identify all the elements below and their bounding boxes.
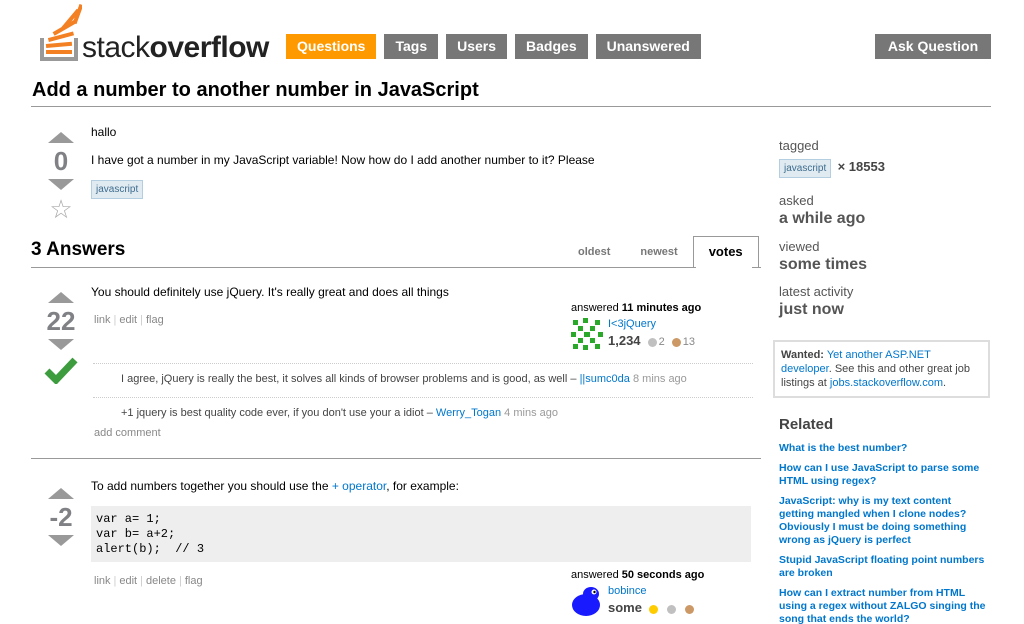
answer2-username[interactable]: bobince [608,585,647,597]
downvote-arrow-icon[interactable] [48,179,74,190]
sidebar-tag-row: javascript × 18553 [779,159,885,178]
downvote-arrow-icon[interactable] [48,535,74,546]
question-title[interactable]: Add a number to another number in JavaSc… [32,79,479,102]
favorite-star-icon[interactable]: ☆ [44,195,78,223]
stackoverflow-logo[interactable]: stackoverflow [38,4,278,64]
question-tags: javascript [91,180,144,199]
answer1-vote-count: 22 [46,306,76,336]
related-question-link[interactable]: JavaScript: why is my text content getti… [779,495,989,547]
answer1-vote-column: 22 [44,292,78,387]
answers-divider-left [31,267,696,268]
stack-logo-icon [40,4,82,61]
comment-user[interactable]: Werry_Togan [436,407,501,419]
accepted-checkmark-icon [44,357,78,386]
answer-divider [31,458,761,459]
tab-votes[interactable]: votes [692,236,759,268]
main-nav: Questions Tags Users Badges Unanswered [286,34,701,59]
answer2-body: To add numbers together you should use t… [91,479,459,493]
answer-sort-tabs: oldest newest votes [563,236,759,268]
answer2-delete[interactable]: delete [146,575,176,587]
tag-javascript[interactable]: javascript [91,180,144,199]
silver-badge-icon [667,604,677,614]
sidebar-activity-label: latest activity [779,284,854,299]
tab-oldest[interactable]: oldest [563,236,625,268]
sidebar-viewed-label: viewed [779,239,820,254]
question-vote-count: 0 [53,146,69,176]
comment-user[interactable]: ||sumc0da [580,373,630,385]
answer2-user-signature: answered 50 seconds ago bobince some [571,569,705,617]
add-comment-link[interactable]: add comment [94,427,161,439]
bronze-badge-icon [671,337,681,347]
ask-question-button[interactable]: Ask Question [875,34,991,59]
related-question-link[interactable]: What is the best number? [779,442,989,455]
question-body-line2: I have got a number in my JavaScript var… [91,153,595,167]
sidebar-asked-value: a while ago [779,210,866,227]
comment: I agree, jQuery is really the best, it s… [93,363,753,397]
sidebar-tag-count: × 18553 [837,159,885,174]
code-block: var a= 1; var b= a+2; alert(b); // 3 [91,506,751,562]
answers-count-heading: 3 Answers [31,239,126,260]
related-question-link[interactable]: Stupid JavaScript floating point numbers… [779,554,989,580]
answer1-edit[interactable]: edit [119,314,137,326]
upvote-arrow-icon[interactable] [48,488,74,499]
sidebar-asked-label: asked [779,193,814,208]
bronze-badge-icon [685,604,695,614]
related-heading: Related [779,416,834,433]
answer2-vote-count: -2 [49,502,73,532]
answers-divider-right [752,267,761,268]
answer2-reputation: some [608,600,642,615]
question-vote-column: 0 ☆ [44,132,78,223]
sidebar-tag-javascript[interactable]: javascript [779,159,832,178]
downvote-arrow-icon[interactable] [48,339,74,350]
upvote-arrow-icon[interactable] [48,132,74,143]
title-divider [31,106,991,107]
answer2-edit[interactable]: edit [119,575,137,587]
related-question-link[interactable]: How can I extract number from HTML using… [779,587,989,624]
upvote-arrow-icon[interactable] [48,292,74,303]
answer2-flag[interactable]: flag [185,575,203,587]
comment: +1 jquery is best quality code ever, if … [93,397,753,427]
question-body-line1: hallo [91,125,117,139]
answer1-user-signature: answered 11 minutes ago I<3jQuery 1,234 … [571,302,702,350]
answer1-post-menu: link | edit | flag [94,314,164,326]
related-questions-list: What is the best number? How can I use J… [779,442,989,624]
sidebar-tagged-label: tagged [779,138,819,153]
nav-users[interactable]: Users [446,34,508,59]
silver-badge-icon [647,337,657,347]
nav-questions[interactable]: Questions [286,34,377,59]
answer1-reputation: 1,234 [608,333,641,348]
nav-tags[interactable]: Tags [384,34,439,59]
answer1-body: You should definitely use jQuery. It's r… [91,285,449,299]
answer1-flag[interactable]: flag [146,314,164,326]
tab-newest[interactable]: newest [625,236,692,268]
operator-link[interactable]: + operator [332,479,386,493]
answer1-comments: I agree, jQuery is really the best, it s… [93,363,753,427]
user-avatar[interactable] [571,318,603,350]
jobs-site-link[interactable]: jobs.stackoverflow.com [830,377,943,389]
answer2-link[interactable]: link [94,575,111,587]
job-ad-box: Wanted: Yet another ASP.NET developer. S… [773,340,990,398]
sidebar-activity-value: just now [779,301,844,318]
answer1-link[interactable]: link [94,314,111,326]
nav-unanswered[interactable]: Unanswered [595,34,701,59]
related-question-link[interactable]: How can I use JavaScript to parse some H… [779,462,989,488]
gold-badge-icon [649,604,659,614]
nav-badges[interactable]: Badges [515,34,588,59]
user-avatar[interactable] [571,585,603,617]
logo-wordmark: stackoverflow [82,31,269,64]
answer2-post-menu: link | edit | delete | flag [94,575,203,587]
sidebar-viewed-value: some times [779,256,868,273]
answer1-username[interactable]: I<3jQuery [608,318,656,330]
answer2-vote-column: -2 [44,488,78,546]
